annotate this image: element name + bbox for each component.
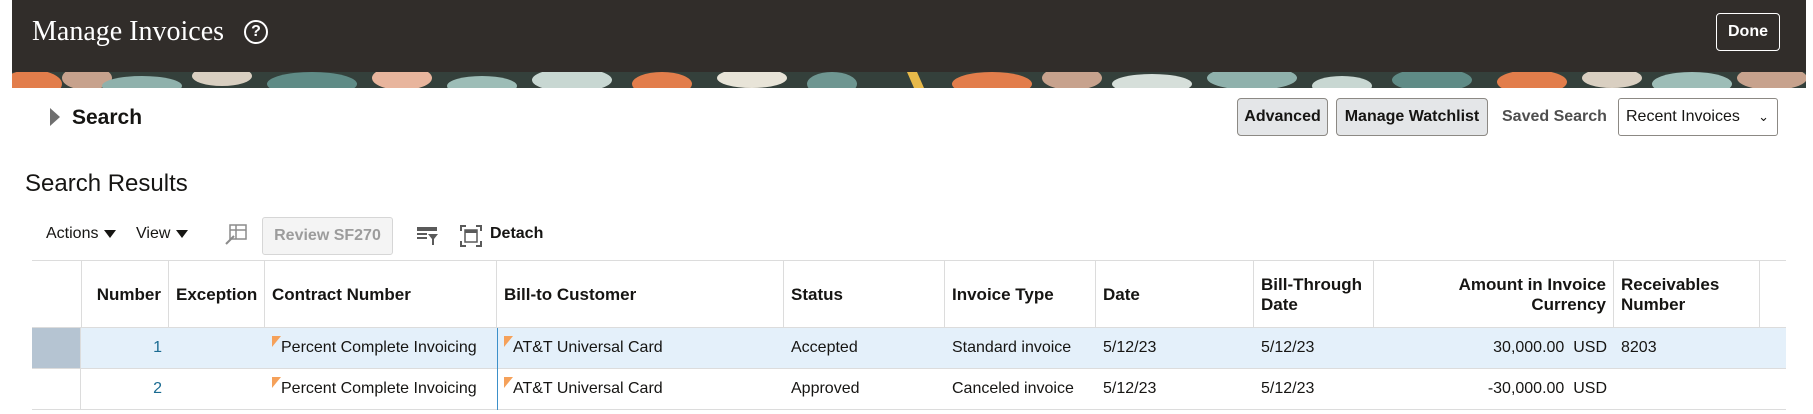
actions-menu[interactable]: Actions <box>46 225 117 243</box>
column-bill-to-customer[interactable]: Bill-to Customer <box>497 261 784 328</box>
page-header: Manage Invoices ? Done <box>12 0 1806 72</box>
flag-icon <box>504 336 513 347</box>
status-cell: Accepted <box>791 339 858 356</box>
detach-icon[interactable] <box>460 225 482 252</box>
view-menu[interactable]: View <box>136 225 189 243</box>
advanced-button[interactable]: Advanced <box>1237 98 1328 136</box>
receivables-number-cell <box>1614 369 1760 409</box>
column-status[interactable]: Status <box>784 261 945 328</box>
status-cell: Approved <box>791 380 860 397</box>
flag-icon <box>272 377 281 388</box>
query-by-example-icon[interactable] <box>416 225 440 252</box>
freeze-icon[interactable] <box>224 224 248 251</box>
manage-watchlist-button[interactable]: Manage Watchlist <box>1336 98 1488 136</box>
invoice-number-link[interactable]: 2 <box>82 369 169 409</box>
row-header-column <box>32 261 82 328</box>
search-toggle-icon[interactable] <box>50 108 60 126</box>
row-selector[interactable] <box>32 328 81 368</box>
exception-cell <box>169 328 265 368</box>
table-header: Number Exception Contract Number Bill-to… <box>32 260 1786 328</box>
actions-menu-label: Actions <box>46 225 99 242</box>
flag-icon <box>272 336 281 347</box>
column-amount[interactable]: Amount in Invoice Currency <box>1374 261 1614 328</box>
bill-to-customer: AT&T Universal Card <box>513 380 663 397</box>
column-exception[interactable]: Exception <box>169 261 265 328</box>
column-date[interactable]: Date <box>1096 261 1254 328</box>
column-contract-number[interactable]: Contract Number <box>265 261 497 328</box>
contract-cell: Percent Complete Invoicing <box>265 328 497 368</box>
invoice-type-cell: Standard invoice <box>952 339 1072 356</box>
bill-to-customer: AT&T Universal Card <box>513 339 663 356</box>
contract-cell: Percent Complete Invoicing <box>265 369 497 409</box>
date-cell: 5/12/23 <box>1103 380 1157 397</box>
invoice-number-link[interactable]: 1 <box>82 328 169 368</box>
amount-value: -30,000.00 <box>1487 380 1565 397</box>
page-title: Manage Invoices <box>32 16 225 47</box>
date-cell: 5/12/23 <box>1103 339 1157 356</box>
chevron-down-icon: ⌄ <box>1758 109 1769 124</box>
invoice-number[interactable]: 1 <box>153 339 162 356</box>
search-results-title: Search Results <box>25 170 188 197</box>
row-selector[interactable] <box>32 369 81 409</box>
amount-value: 30,000.00 <box>1493 339 1565 356</box>
decorative-banner <box>12 72 1806 88</box>
column-bill-through-date[interactable]: Bill-Through Date <box>1254 261 1374 328</box>
table-row[interactable]: 2 Percent Complete Invoicing AT&T Univer… <box>32 369 1786 410</box>
customer-cell: AT&T Universal Card <box>497 369 784 409</box>
review-sf270-button[interactable]: Review SF270 <box>262 217 393 255</box>
amount-cell: -30,000.00 USD <box>1374 369 1614 409</box>
search-header[interactable]: Search <box>72 106 142 130</box>
column-invoice-type[interactable]: Invoice Type <box>945 261 1096 328</box>
flag-icon <box>504 377 513 388</box>
help-icon[interactable]: ? <box>244 20 268 44</box>
invoice-type-cell: Canceled invoice <box>952 380 1074 397</box>
contract-number: Percent Complete Invoicing <box>281 380 477 397</box>
column-divider <box>497 328 498 410</box>
bill-through-date-cell: 5/12/23 <box>1261 339 1315 356</box>
saved-search-label: Saved Search <box>1502 108 1607 125</box>
invoice-number[interactable]: 2 <box>153 380 162 397</box>
amount-cell: 30,000.00 USD <box>1374 328 1614 368</box>
view-menu-label: View <box>136 225 171 242</box>
caret-down-icon <box>176 229 189 238</box>
column-receivables-number[interactable]: Receivables Number <box>1614 261 1760 328</box>
table-row[interactable]: 1 Percent Complete Invoicing AT&T Univer… <box>32 328 1786 369</box>
receivables-number-cell: 8203 <box>1621 339 1657 356</box>
saved-search-value: Recent Invoices <box>1626 108 1740 125</box>
done-button[interactable]: Done <box>1716 13 1780 51</box>
customer-cell: AT&T Universal Card <box>497 328 784 368</box>
contract-number: Percent Complete Invoicing <box>281 339 477 356</box>
currency-code: USD <box>1573 339 1607 356</box>
currency-code: USD <box>1573 380 1607 397</box>
detach-label[interactable]: Detach <box>490 225 543 243</box>
exception-cell <box>169 369 265 409</box>
saved-search-select[interactable]: Recent Invoices ⌄ <box>1618 98 1778 136</box>
bill-through-date-cell: 5/12/23 <box>1261 380 1315 397</box>
caret-down-icon <box>104 229 117 238</box>
column-number[interactable]: Number <box>82 261 169 328</box>
